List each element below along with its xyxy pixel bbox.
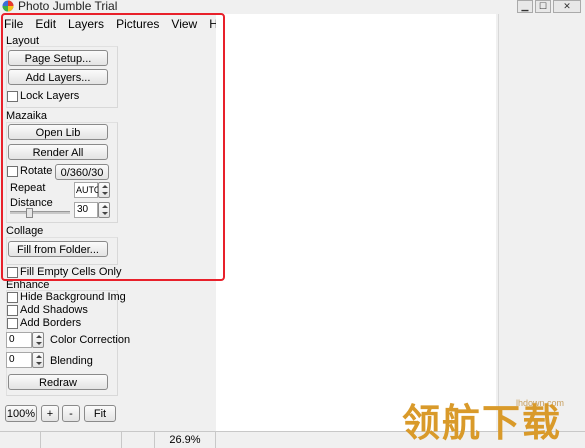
menu-view[interactable]: View bbox=[165, 14, 203, 34]
canvas-page[interactable] bbox=[216, 14, 496, 431]
rotate-checkbox[interactable] bbox=[7, 166, 18, 177]
right-margin bbox=[498, 14, 585, 431]
rotate-label: Rotate bbox=[20, 165, 53, 177]
blending-input[interactable]: 0 bbox=[6, 352, 32, 368]
add-borders-label: Add Borders bbox=[20, 317, 82, 329]
zoom-in-button[interactable]: + bbox=[41, 405, 59, 422]
distance-input[interactable]: 30 bbox=[74, 202, 98, 218]
close-icon[interactable]: ✕ bbox=[553, 0, 581, 13]
blending-label: Blending bbox=[50, 355, 93, 367]
status-cell-1 bbox=[0, 432, 41, 448]
watermark-logo: 领航下载 bbox=[402, 401, 563, 445]
redraw-button[interactable]: Redraw bbox=[8, 374, 108, 390]
rotate-angle-button[interactable]: 0/360/30 bbox=[55, 164, 109, 180]
minimize-icon[interactable]: ▁ bbox=[517, 0, 533, 13]
menu-bar: File Edit Layers Pictures View Help bbox=[0, 14, 234, 34]
status-cell-3 bbox=[122, 432, 155, 448]
maximize-icon[interactable]: ☐ bbox=[535, 0, 551, 13]
blending-spin-button[interactable] bbox=[32, 352, 44, 368]
add-shadows-checkbox[interactable] bbox=[7, 305, 18, 316]
zoom-fit-button[interactable]: Fit bbox=[84, 405, 116, 422]
menu-file[interactable]: File bbox=[0, 14, 29, 34]
add-shadows-label: Add Shadows bbox=[20, 304, 88, 316]
tool-panel: Layout Page Setup... Add Layers... Lock … bbox=[2, 34, 214, 447]
hide-bg-label: Hide Background Img bbox=[20, 291, 126, 303]
fill-empty-label: Fill Empty Cells Only bbox=[20, 266, 122, 278]
menu-layers[interactable]: Layers bbox=[62, 14, 110, 34]
repeat-label: Repeat bbox=[10, 182, 46, 194]
fill-empty-checkbox[interactable] bbox=[7, 267, 18, 278]
status-cell-2 bbox=[41, 432, 122, 448]
color-correction-label: Color Correction bbox=[50, 334, 131, 346]
menu-edit[interactable]: Edit bbox=[29, 14, 62, 34]
lock-layers-label: Lock Layers bbox=[20, 90, 80, 102]
menu-pictures[interactable]: Pictures bbox=[110, 14, 165, 34]
zoom-100-button[interactable]: 100% bbox=[5, 405, 37, 422]
mazaika-title: Mazaika bbox=[6, 110, 47, 122]
add-layers-button[interactable]: Add Layers... bbox=[8, 69, 108, 85]
zoom-level-status: 26.9% bbox=[155, 432, 216, 448]
hide-bg-checkbox[interactable] bbox=[7, 292, 18, 303]
collage-title: Collage bbox=[6, 225, 44, 237]
zoom-out-button[interactable]: - bbox=[62, 405, 80, 422]
layout-title: Layout bbox=[6, 35, 40, 47]
enhance-title: Enhance bbox=[6, 279, 50, 291]
render-all-button[interactable]: Render All bbox=[8, 144, 108, 160]
distance-spin-button[interactable] bbox=[98, 202, 110, 218]
open-lib-button[interactable]: Open Lib bbox=[8, 124, 108, 140]
title-bar: Photo Jumble Trial ▁ ☐ ✕ bbox=[0, 0, 585, 14]
repeat-spin-button[interactable] bbox=[98, 182, 110, 198]
repeat-input[interactable]: AUTO bbox=[74, 182, 101, 198]
add-borders-checkbox[interactable] bbox=[7, 318, 18, 329]
page-setup-button[interactable]: Page Setup... bbox=[8, 50, 108, 66]
distance-slider-track[interactable] bbox=[10, 211, 70, 214]
distance-slider-thumb[interactable] bbox=[26, 208, 33, 218]
lock-layers-checkbox[interactable] bbox=[7, 91, 18, 102]
color-correction-spin-button[interactable] bbox=[32, 332, 44, 348]
fill-from-folder-button[interactable]: Fill from Folder... bbox=[8, 241, 108, 257]
app-icon bbox=[2, 0, 14, 12]
window-title: Photo Jumble Trial bbox=[18, 0, 118, 13]
color-correction-input[interactable]: 0 bbox=[6, 332, 32, 348]
